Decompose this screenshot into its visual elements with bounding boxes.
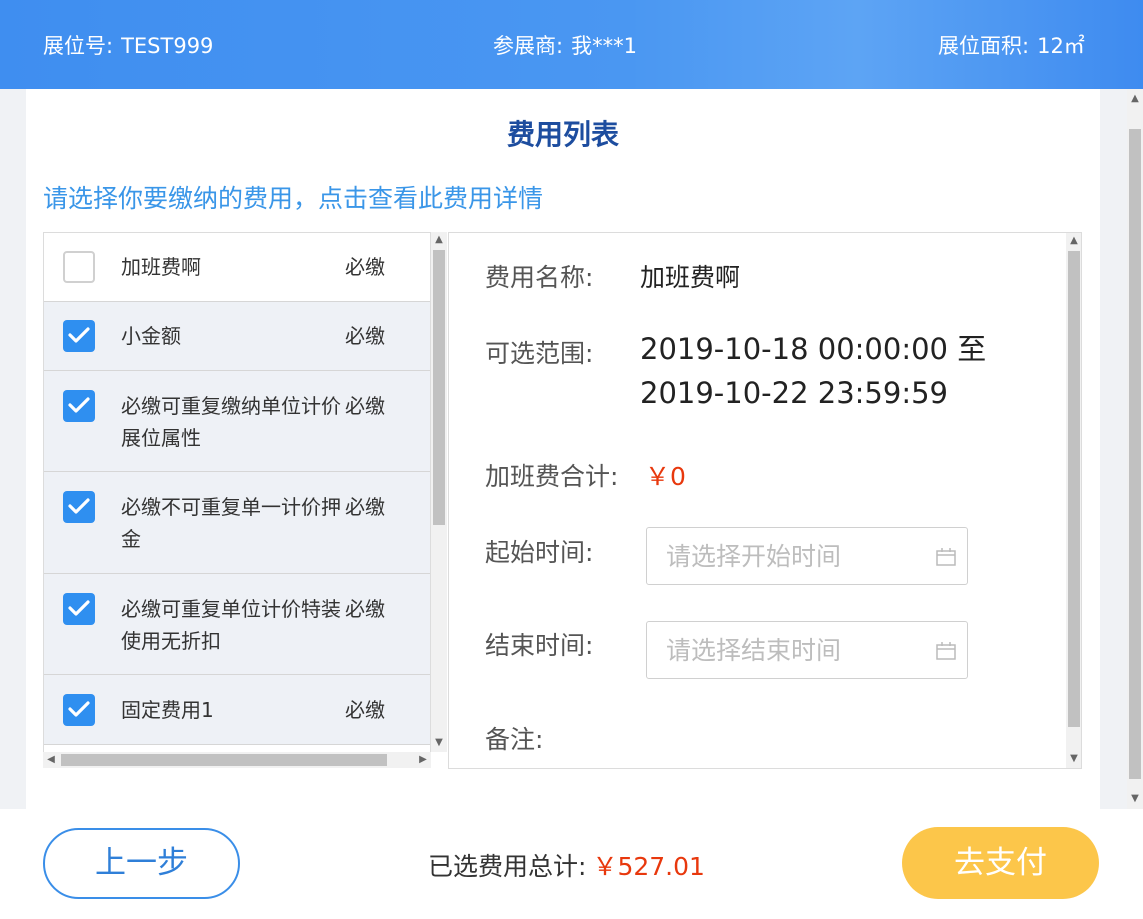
check-icon: [68, 600, 90, 616]
detail-scrollbar[interactable]: ▲ ▼: [1066, 233, 1081, 768]
exhibitor-label: 参展商:: [493, 34, 564, 58]
start-time-input[interactable]: [666, 528, 926, 584]
overtime-sum-label: 加班费合计:: [485, 462, 619, 491]
scroll-up-icon[interactable]: ▲: [1127, 93, 1143, 105]
check-icon: [68, 397, 90, 413]
pay-button[interactable]: 去支付: [902, 827, 1099, 899]
exhibitor: 参展商: 我***1: [493, 30, 637, 60]
fee-name: 必缴可重复单位计价特装使用无折扣: [121, 597, 341, 653]
fee-checkbox[interactable]: [63, 593, 95, 625]
selection-hint: 请选择你要缴纳的费用，点击查看此费用详情: [43, 184, 544, 213]
overtime-sum-value: ￥0: [645, 462, 686, 491]
scroll-up-icon[interactable]: ▲: [1066, 235, 1081, 247]
fee-checkbox[interactable]: [63, 390, 95, 422]
check-icon: [68, 498, 90, 514]
range-label: 可选范围:: [485, 339, 594, 368]
fee-checkbox[interactable]: [63, 251, 95, 283]
booth-number-label: 展位号:: [43, 34, 114, 58]
fee-name: 必缴可重复缴纳单位计价展位属性: [121, 394, 341, 450]
fee-row[interactable]: 必缴可重复单位计价特装使用无折扣 必缴: [44, 574, 430, 675]
fee-required-tag: 必缴: [345, 324, 385, 348]
previous-step-button[interactable]: 上一步: [43, 828, 240, 899]
start-time-picker[interactable]: [646, 527, 968, 585]
booth-area: 展位面积: 12㎡: [938, 30, 1085, 60]
fee-required-tag: 必缴: [345, 495, 385, 519]
detail-scrollbar-thumb[interactable]: [1068, 251, 1080, 727]
booth-number-value: TEST999: [121, 34, 214, 58]
scroll-up-icon[interactable]: ▲: [431, 234, 447, 246]
selected-total-amount: ￥527.01: [592, 852, 705, 881]
fee-required-tag: 必缴: [345, 597, 385, 621]
calendar-icon: [936, 548, 956, 566]
range-start: 2019-10-18 00:00:00 至: [640, 332, 987, 366]
fee-row[interactable]: 加班费啊 必缴: [44, 233, 430, 302]
fee-name: 小金额: [121, 324, 181, 348]
fee-name: 必缴不可重复单一计价押金: [121, 495, 341, 551]
fee-detail-panel: 费用名称: 加班费啊 可选范围: 2019-10-18 00:00:00 至 2…: [448, 232, 1082, 769]
booth-area-label: 展位面积:: [938, 34, 1030, 58]
fee-checkbox[interactable]: [63, 694, 95, 726]
fee-row[interactable]: 必缴不可重复单一计价押金 必缴: [44, 472, 430, 574]
fee-name-value: 加班费啊: [640, 263, 741, 292]
fee-list: 加班费啊 必缴 小金额 必缴 必缴可重复缴纳单位计价展位属性 必缴 必缴不可重复…: [43, 232, 431, 768]
end-time-picker[interactable]: [646, 621, 968, 679]
fee-name: 固定费用1: [121, 698, 214, 722]
fee-list-hscrollbar-thumb[interactable]: [61, 754, 387, 766]
payment-footer: 上一步 已选费用总计: ￥527.01 去支付: [0, 809, 1143, 919]
fee-row[interactable]: 小金额 必缴: [44, 302, 430, 371]
fee-required-tag: 必缴: [345, 394, 385, 418]
scroll-down-icon[interactable]: ▼: [1066, 753, 1081, 765]
scroll-down-icon[interactable]: ▼: [431, 737, 447, 749]
page-scrollbar-thumb[interactable]: [1129, 129, 1141, 779]
range-value: 2019-10-18 00:00:00 至 2019-10-22 23:59:5…: [640, 327, 986, 415]
page-scrollbar[interactable]: ▲ ▼: [1127, 89, 1143, 809]
fee-list-scrollbar-thumb[interactable]: [433, 250, 445, 525]
check-icon: [68, 327, 90, 343]
fee-name-label: 费用名称:: [485, 263, 594, 292]
booth-number: 展位号: TEST999: [43, 30, 213, 60]
end-time-label: 结束时间:: [485, 631, 594, 660]
fee-list-scrollbar[interactable]: ▲ ▼: [431, 232, 447, 752]
selected-total: 已选费用总计: ￥527.01: [428, 847, 705, 883]
scroll-down-icon[interactable]: ▼: [1127, 793, 1143, 805]
fee-row[interactable]: 必缴可重复缴纳单位计价展位属性 必缴: [44, 371, 430, 472]
fee-required-tag: 必缴: [345, 255, 385, 279]
scroll-left-icon[interactable]: ◀: [43, 754, 59, 766]
selected-total-label: 已选费用总计:: [428, 852, 587, 881]
start-time-label: 起始时间:: [485, 538, 594, 567]
scroll-right-icon[interactable]: ▶: [415, 754, 431, 766]
fee-required-tag: 必缴: [345, 698, 385, 722]
page-title: 费用列表: [506, 118, 619, 151]
fee-checkbox[interactable]: [63, 320, 95, 352]
fee-name: 加班费啊: [121, 255, 201, 279]
fee-row[interactable]: 固定费用1 必缴: [44, 675, 430, 745]
fee-list-hscrollbar[interactable]: ◀ ▶: [43, 752, 431, 768]
fee-checkbox[interactable]: [63, 491, 95, 523]
calendar-icon: [936, 642, 956, 660]
booth-info-header: 展位号: TEST999 参展商: 我***1 展位面积: 12㎡: [0, 0, 1143, 89]
check-icon: [68, 701, 90, 717]
end-time-input[interactable]: [666, 622, 926, 678]
range-end: 2019-10-22 23:59:59: [640, 376, 948, 410]
exhibitor-value: 我***1: [571, 34, 637, 58]
booth-area-value: 12㎡: [1037, 34, 1085, 58]
note-label: 备注:: [485, 725, 544, 754]
